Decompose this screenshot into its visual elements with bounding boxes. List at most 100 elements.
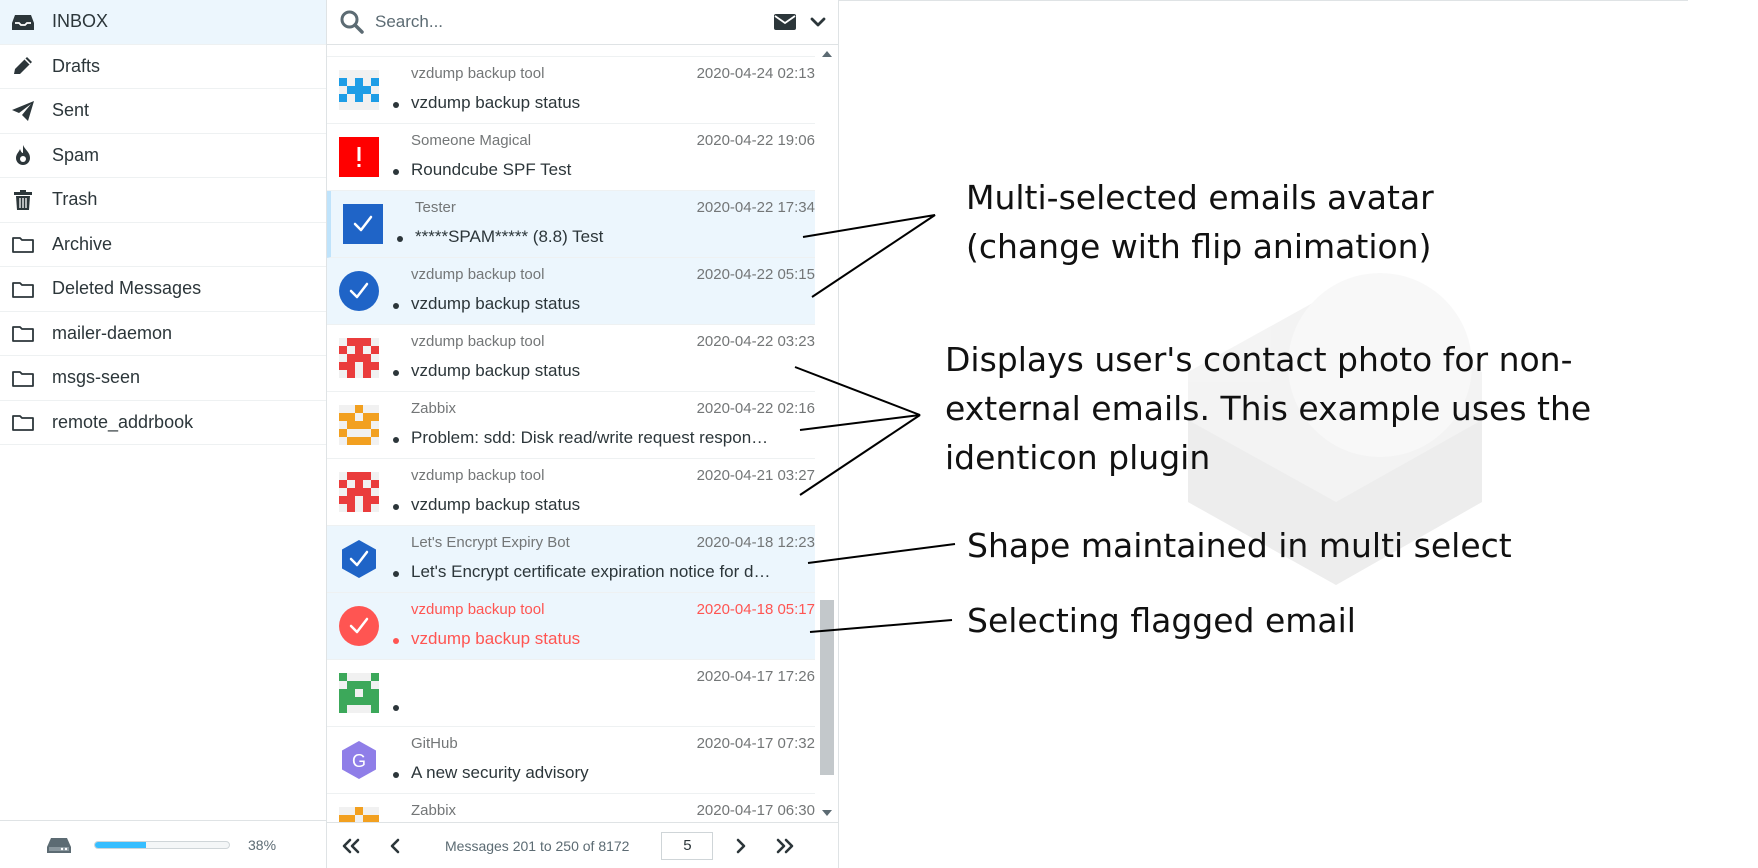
paper-plane-icon-glyph bbox=[12, 100, 34, 121]
avatar-identicon-orange[interactable] bbox=[339, 405, 379, 445]
folder-icon bbox=[10, 411, 36, 433]
message-row[interactable]: 2020-04-17 17:26 bbox=[327, 660, 815, 727]
message-row[interactable]: vzdump backup tool 2020-04-22 03:23 vzdump… bbox=[327, 325, 815, 392]
folder-label: msgs-seen bbox=[52, 367, 141, 388]
avatar-selected-circle-red[interactable] bbox=[339, 606, 379, 646]
folder-item-archive[interactable]: Archive bbox=[0, 223, 326, 267]
message-sender: Someone Magical bbox=[411, 132, 532, 149]
unread-dot[interactable] bbox=[393, 437, 399, 443]
avatar-selected-hexagon[interactable] bbox=[339, 539, 379, 579]
message-sender: vzdump backup tool bbox=[411, 333, 545, 350]
chevron-right-icon bbox=[737, 838, 746, 853]
unread-dot[interactable] bbox=[393, 638, 399, 644]
search-bar bbox=[327, 0, 838, 45]
folder-item-deleted-messages[interactable]: Deleted Messages bbox=[0, 267, 326, 312]
annotation-shape: Shape maintained in multi select bbox=[967, 526, 1512, 565]
folder-label: INBOX bbox=[52, 11, 109, 32]
first-page-button[interactable] bbox=[339, 834, 363, 858]
avatar-selected-circle[interactable] bbox=[339, 271, 379, 311]
message-row[interactable]: vzdump backup tool 2020-04-18 05:17 vzdump… bbox=[327, 593, 815, 660]
folder-item-remote-addrbook[interactable]: remote_addrbook bbox=[0, 401, 326, 445]
message-subject: vzdump backup status bbox=[411, 294, 581, 313]
message-row[interactable]: vzdump backup tool 2020-04-22 05:15 vzdump… bbox=[327, 258, 815, 325]
folder-icon bbox=[10, 322, 36, 344]
folder-item-spam[interactable]: Spam bbox=[0, 134, 326, 178]
message-row[interactable]: Zabbix 2020-04-22 02:16 Problem: sdd: Disk… bbox=[327, 392, 815, 459]
unread-dot[interactable] bbox=[393, 370, 399, 376]
message-sender: Tester bbox=[415, 199, 456, 216]
message-date: 2020-04-17 06:30 bbox=[696, 802, 815, 819]
search-input[interactable] bbox=[375, 12, 765, 32]
next-page-button[interactable] bbox=[729, 834, 753, 858]
message-sender: Let's Encrypt Expiry Bot bbox=[411, 534, 570, 551]
previous-page-button[interactable] bbox=[383, 834, 407, 858]
unread-dot[interactable] bbox=[393, 705, 399, 711]
message-subject: Let's Encrypt certificate expiration not… bbox=[411, 562, 771, 581]
scroll-thumb[interactable] bbox=[820, 600, 834, 775]
unread-dot[interactable] bbox=[393, 102, 399, 108]
folder-item-drafts[interactable]: Drafts bbox=[0, 45, 326, 89]
content-top-border bbox=[839, 0, 1688, 1]
folder-item-sent[interactable]: Sent bbox=[0, 89, 326, 134]
avatar-selected-square[interactable] bbox=[343, 204, 383, 244]
search-icon[interactable] bbox=[339, 9, 365, 35]
message-row[interactable]: vzdump backup tool 2020-04-21 03:27 vzdump… bbox=[327, 459, 815, 526]
message-sender: vzdump backup tool bbox=[411, 467, 545, 484]
avatar-identicon-red[interactable] bbox=[339, 472, 379, 512]
folder-label: Drafts bbox=[52, 55, 101, 76]
annotation-contact-photo-line-1: Displays user's contact photo for non- bbox=[945, 340, 1573, 379]
avatar-identicon-red[interactable] bbox=[339, 338, 379, 378]
avatar-identicon-blue[interactable] bbox=[339, 70, 379, 110]
folder-label: Spam bbox=[52, 144, 100, 165]
folder-label: Deleted Messages bbox=[52, 278, 202, 299]
folder-icon bbox=[10, 367, 36, 389]
unread-dot[interactable] bbox=[393, 772, 399, 778]
folder-item-inbox[interactable]: INBOX bbox=[0, 0, 326, 45]
chevron-down-icon[interactable] bbox=[809, 13, 827, 31]
folder-item-trash[interactable]: Trash bbox=[0, 178, 326, 223]
quota-bar-fill bbox=[95, 841, 146, 848]
message-row[interactable]: Zabbix 2020-04-17 06:30 bbox=[327, 794, 815, 822]
message-date: 2020-04-21 03:27 bbox=[696, 467, 815, 484]
list-item-partial bbox=[327, 45, 815, 57]
message-row[interactable]: G GitHub 2020-04-17 07:32 A new security ad… bbox=[327, 727, 815, 794]
message-sender: vzdump backup tool bbox=[411, 65, 545, 82]
message-date: 2020-04-22 02:16 bbox=[696, 400, 815, 417]
annotation-contact-photo-line-2: external emails. This example uses the bbox=[945, 389, 1592, 428]
avatar-letter-hexagon[interactable]: G bbox=[339, 740, 379, 780]
message-row[interactable]: Tester 2020-04-22 17:34 *****SPAM***** (8.… bbox=[327, 191, 815, 258]
scroll-up-arrow[interactable] bbox=[822, 51, 832, 57]
folder-label: remote_addrbook bbox=[52, 411, 194, 432]
message-list: vzdump backup tool 2020-04-24 02:13 vzdump… bbox=[327, 45, 815, 822]
avatar-red-warning-square[interactable] bbox=[339, 137, 379, 177]
message-row[interactable]: Someone Magical 2020-04-22 19:06 Roundcube… bbox=[327, 124, 815, 191]
double-chevron-left-icon bbox=[342, 838, 360, 853]
envelope-icon[interactable] bbox=[773, 12, 797, 32]
scroll-down-arrow[interactable] bbox=[822, 810, 832, 816]
message-row[interactable]: Let's Encrypt Expiry Bot 2020-04-18 12:23… bbox=[327, 526, 815, 593]
page-number-input[interactable] bbox=[661, 831, 714, 860]
message-date: 2020-04-22 17:34 bbox=[696, 199, 815, 216]
message-subject: Problem: sdd: Disk read/write request re… bbox=[411, 428, 771, 447]
inbox-icon bbox=[10, 11, 36, 33]
message-subject: vzdump backup status bbox=[411, 495, 581, 514]
avatar-identicon-green[interactable] bbox=[339, 673, 379, 713]
quota-percent: 38% bbox=[248, 836, 277, 853]
annotation-multi-selected: Multi-selected emails avatar (change wit… bbox=[966, 173, 1434, 271]
unread-dot[interactable] bbox=[397, 236, 403, 242]
list-scrollbar[interactable] bbox=[816, 45, 838, 822]
folder-item-mailer-daemon[interactable]: mailer-daemon bbox=[0, 312, 326, 356]
unread-dot[interactable] bbox=[393, 303, 399, 309]
message-subject: vzdump backup status bbox=[411, 629, 581, 648]
message-row[interactable]: vzdump backup tool 2020-04-24 02:13 vzdump… bbox=[327, 57, 815, 124]
annotation-multi-selected-line-2: (change with flip animation) bbox=[966, 227, 1432, 266]
message-subject: Roundcube SPF Test bbox=[411, 160, 572, 179]
folder-item-msgs-seen[interactable]: msgs-seen bbox=[0, 356, 326, 401]
unread-dot[interactable] bbox=[393, 169, 399, 175]
last-page-button[interactable] bbox=[773, 834, 797, 858]
avatar-identicon-orange[interactable] bbox=[339, 807, 379, 822]
fire-icon-glyph bbox=[16, 145, 30, 166]
message-subject: vzdump backup status bbox=[411, 93, 581, 112]
unread-dot[interactable] bbox=[393, 504, 399, 510]
unread-dot[interactable] bbox=[393, 571, 399, 577]
